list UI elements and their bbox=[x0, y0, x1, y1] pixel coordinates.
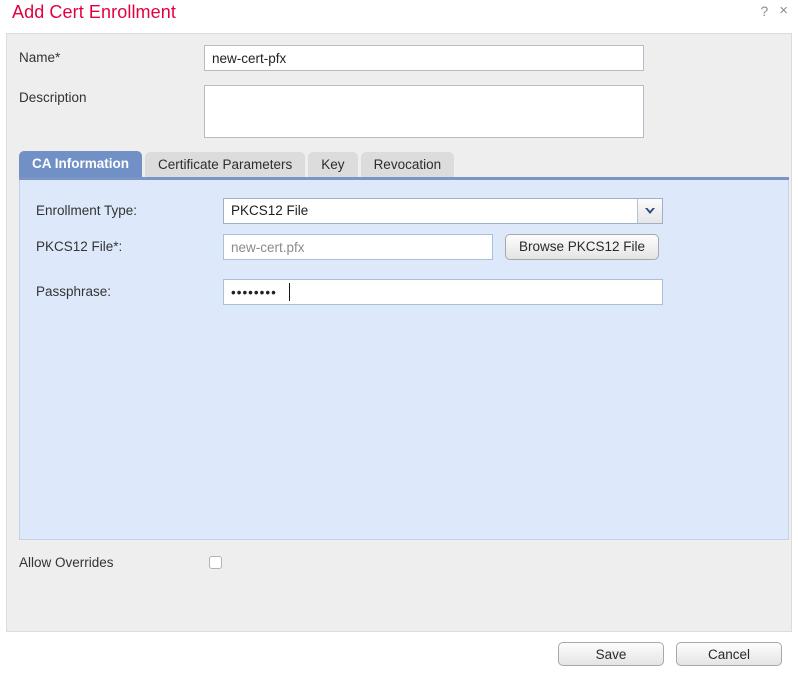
browse-pkcs12-file-button[interactable]: Browse PKCS12 File bbox=[505, 234, 660, 260]
ca-information-panel: Enrollment Type: PKCS12 File PKCS12 File… bbox=[19, 180, 789, 540]
tab-revocation[interactable]: Revocation bbox=[360, 152, 455, 177]
description-input[interactable] bbox=[204, 85, 644, 138]
enrollment-type-value: PKCS12 File bbox=[231, 203, 309, 218]
name-label: Name* bbox=[19, 50, 61, 65]
passphrase-label: Passphrase: bbox=[36, 284, 112, 299]
name-field-row: Name* bbox=[19, 45, 644, 71]
enrollment-type-select[interactable]: PKCS12 File bbox=[223, 198, 663, 224]
description-label: Description bbox=[19, 90, 87, 105]
save-button[interactable]: Save bbox=[558, 642, 664, 666]
passphrase-input-wrap bbox=[223, 279, 663, 305]
tab-key[interactable]: Key bbox=[308, 152, 358, 177]
pkcs12-file-input[interactable] bbox=[223, 234, 493, 260]
text-caret bbox=[289, 283, 290, 301]
dialog-body: Name* Description CA Information Certifi… bbox=[6, 33, 792, 632]
chevron-down-icon bbox=[637, 199, 662, 223]
help-icon[interactable]: ? bbox=[760, 4, 768, 18]
tab-certificate-parameters[interactable]: Certificate Parameters bbox=[145, 152, 306, 177]
tab-ca-information[interactable]: CA Information bbox=[19, 151, 142, 177]
name-input[interactable] bbox=[204, 45, 644, 71]
passphrase-row: Passphrase: bbox=[36, 279, 663, 305]
allow-overrides-checkbox[interactable] bbox=[209, 556, 222, 569]
dialog-header: Add Cert Enrollment ? × bbox=[0, 0, 798, 33]
footer-button-group: Save Cancel bbox=[558, 642, 782, 666]
allow-overrides-label: Allow Overrides bbox=[19, 555, 114, 570]
enrollment-type-row: Enrollment Type: PKCS12 File bbox=[36, 198, 663, 224]
allow-overrides-row: Allow Overrides bbox=[19, 555, 222, 570]
cancel-button[interactable]: Cancel bbox=[676, 642, 782, 666]
pkcs12-file-label: PKCS12 File*: bbox=[36, 239, 123, 254]
dialog-footer: Save Cancel bbox=[0, 632, 798, 674]
close-icon[interactable]: × bbox=[779, 3, 788, 18]
page-title: Add Cert Enrollment bbox=[12, 2, 176, 22]
header-icon-group: ? × bbox=[760, 3, 788, 18]
description-field-row: Description bbox=[19, 85, 644, 138]
tab-bar: CA Information Certificate Parameters Ke… bbox=[19, 151, 455, 177]
enrollment-type-label: Enrollment Type: bbox=[36, 203, 138, 218]
pkcs12-file-row: PKCS12 File*: Browse PKCS12 File bbox=[36, 234, 660, 260]
